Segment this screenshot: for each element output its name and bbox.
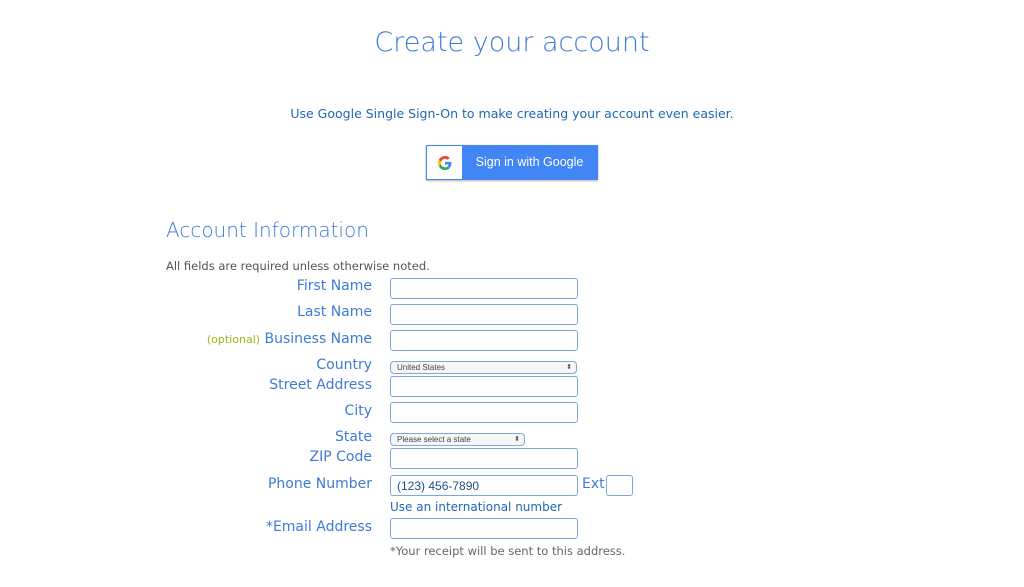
sign-in-with-google-button[interactable]: Sign in with Google bbox=[426, 145, 598, 180]
google-button-label: Sign in with Google bbox=[475, 155, 584, 169]
email-address-input[interactable] bbox=[390, 518, 578, 539]
city-input[interactable] bbox=[390, 402, 578, 423]
select-arrows-icon: ⬍ bbox=[566, 364, 572, 371]
select-arrows-icon: ⬍ bbox=[514, 436, 520, 443]
phone-number-label: Phone Number bbox=[267, 476, 372, 492]
ext-label: Ext bbox=[582, 476, 605, 492]
google-g-icon bbox=[427, 146, 462, 179]
phone-number-input[interactable] bbox=[390, 475, 578, 496]
international-number-link[interactable]: Use an international number bbox=[390, 500, 562, 514]
sso-prompt: Use Google Single Sign-On to make creati… bbox=[290, 106, 734, 121]
street-address-label: Street Address bbox=[269, 377, 372, 393]
ext-input[interactable] bbox=[606, 475, 633, 496]
page-title: Create your account bbox=[374, 27, 650, 58]
state-selected: Please select a state bbox=[397, 435, 471, 444]
business-name-input[interactable] bbox=[390, 330, 578, 351]
state-label: State bbox=[334, 429, 372, 445]
section-heading: Account Information bbox=[166, 218, 369, 242]
required-note: All fields are required unless otherwise… bbox=[166, 259, 430, 273]
optional-tag: (optional) bbox=[206, 333, 261, 346]
state-select[interactable]: Please select a state ⬍ bbox=[390, 433, 525, 446]
country-select[interactable]: United States ⬍ bbox=[390, 361, 577, 374]
country-selected: United States bbox=[397, 363, 446, 372]
email-address-label: *Email Address bbox=[265, 519, 372, 535]
last-name-input[interactable] bbox=[390, 304, 578, 325]
last-name-label: Last Name bbox=[297, 304, 372, 320]
city-label: City bbox=[344, 403, 372, 419]
business-name-label-text: Business Name bbox=[264, 331, 373, 347]
street-address-input[interactable] bbox=[390, 376, 578, 397]
business-name-label: (optional) Business Name bbox=[207, 331, 372, 347]
email-help-text: *Your receipt will be sent to this addre… bbox=[390, 544, 626, 558]
zip-code-input[interactable] bbox=[390, 448, 578, 469]
first-name-input[interactable] bbox=[390, 278, 578, 299]
first-name-label: First Name bbox=[296, 278, 372, 294]
country-label: Country bbox=[316, 357, 372, 373]
zip-code-label: ZIP Code bbox=[309, 449, 372, 465]
